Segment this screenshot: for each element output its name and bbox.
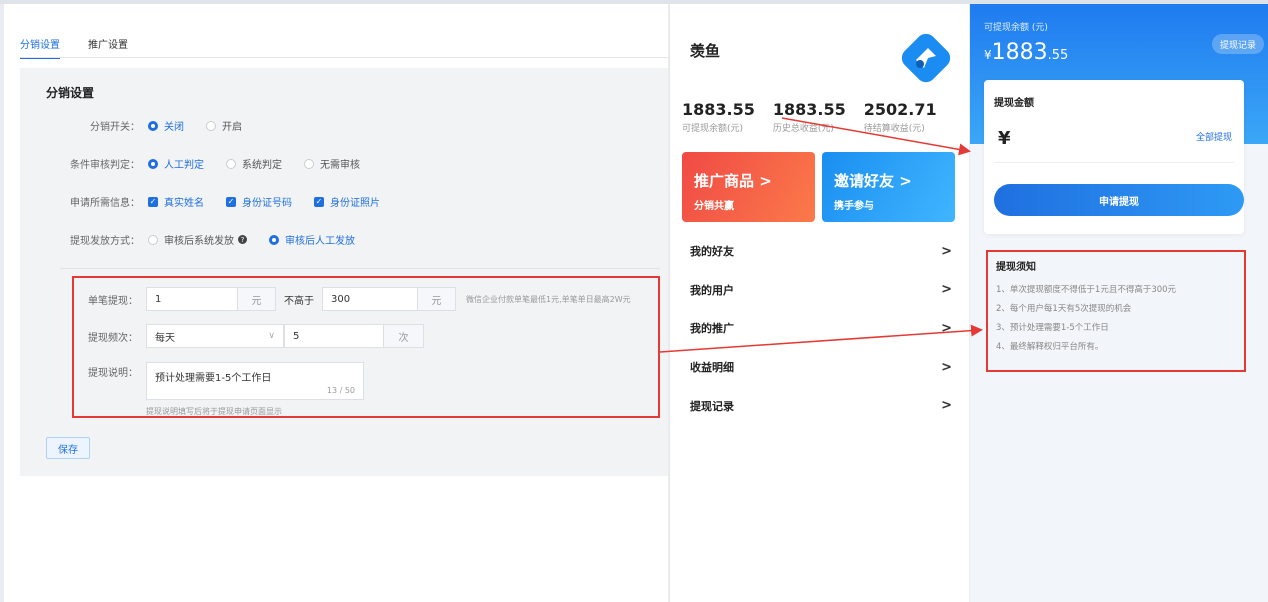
highlight-box-settings <box>72 276 660 418</box>
stat-label: 历史总收益(元) <box>772 124 834 134</box>
switch-label: 分销开关： <box>90 122 140 133</box>
balance-amount: ¥1883.55 <box>984 40 1068 65</box>
radio-icon <box>269 234 279 245</box>
promo-sub: 携手参与 <box>834 201 874 212</box>
audit-option-none[interactable]: 无需审核 <box>304 156 360 171</box>
card-title: 分销设置 <box>46 86 95 100</box>
checkbox-icon: ✓ <box>314 196 324 207</box>
menu-item-friends[interactable]: 我的好友 > <box>690 232 952 271</box>
required-info-row: 申请所需信息： ✓ 真实姓名 ✓ 身份证号码 ✓ 身份证照片 <box>20 194 402 209</box>
menu-label: 我的用户 <box>690 283 734 297</box>
stat-pending: 2502.71 待结算收益(元) <box>864 100 937 134</box>
stat-available: 1883.55 可提现余额(元) <box>682 100 755 134</box>
mobile-preview: 羡鱼 1883.55 可提现余额(元) 1883.55 历史总收益(元) 250… <box>669 4 969 602</box>
chevron-right-icon: > <box>941 359 952 375</box>
menu-list: 我的好友 > 我的用户 > 我的推广 > 收益明细 > 提现记录 > <box>690 232 952 425</box>
radio-icon <box>148 158 158 169</box>
stat-value: 2502.71 <box>863 100 937 119</box>
stat-history: 1883.55 历史总收益(元) <box>773 100 846 134</box>
notice-item: 1、单次提现额度不得低于1元且不得高于300元 <box>996 285 1177 295</box>
notice-item: 2、每个用户每1天有5次提现的机会 <box>996 304 1132 314</box>
admin-panel: 分销设置 推广设置 分销设置 分销开关： 关闭 开启 条件审核判定： 人工判定 … <box>4 4 668 602</box>
withdraw-amount-title: 提现金额 <box>994 98 1034 109</box>
balance-caption: 可提现余额 (元) <box>984 23 1048 33</box>
checkbox-icon: ✓ <box>226 196 236 207</box>
required-info-label: 申请所需信息： <box>70 198 140 209</box>
payout-option-system[interactable]: 审核后系统发放? <box>148 232 247 247</box>
currency-symbol: ¥ <box>984 48 992 62</box>
stat-value: 1883.55 <box>682 100 755 119</box>
stat-value: 1883.55 <box>772 100 846 119</box>
amount-integer: 1883 <box>991 40 1048 65</box>
payout-row: 提现发放方式： 审核后系统发放? 审核后人工发放 <box>20 232 377 247</box>
withdraw-card: 提现金额 ¥ 全部提现 申请提现 <box>984 80 1244 234</box>
switch-option-off[interactable]: 关闭 <box>148 118 184 133</box>
radio-icon <box>226 158 236 169</box>
audit-option-manual[interactable]: 人工判定 <box>148 156 204 171</box>
checkbox-icon: ✓ <box>148 196 158 207</box>
radio-icon <box>304 158 314 169</box>
withdraw-page: 可提现余额 (元) ¥1883.55 提现记录 提现金额 ¥ 全部提现 申请提现… <box>970 4 1268 602</box>
menu-item-withdraw-records[interactable]: 提现记录 > <box>690 386 952 425</box>
chevron-right-icon: > <box>941 398 952 414</box>
radio-icon <box>148 234 158 245</box>
withdraw-records-button[interactable]: 提现记录 <box>1211 34 1264 54</box>
menu-label: 我的好友 <box>690 245 734 259</box>
radio-icon <box>206 120 216 131</box>
app-logo-icon <box>901 33 951 83</box>
payout-option-manual[interactable]: 审核后人工发放 <box>269 232 355 247</box>
audit-option-system[interactable]: 系统判定 <box>226 156 282 171</box>
menu-label: 收益明细 <box>690 361 734 375</box>
apply-withdraw-button[interactable]: 申请提现 <box>994 184 1244 216</box>
help-icon[interactable]: ? <box>238 235 247 244</box>
withdraw-all-link[interactable]: 全部提现 <box>1196 130 1232 143</box>
switch-option-on[interactable]: 开启 <box>206 118 242 133</box>
withdraw-notice-box: 提现须知 1、单次提现额度不得低于1元且不得高于300元 2、每个用户每1天有5… <box>986 250 1246 372</box>
promo-title: 推广商品 > <box>694 172 772 190</box>
radio-icon <box>148 120 158 131</box>
promo-sub: 分销共赢 <box>694 201 734 212</box>
section-divider <box>60 268 660 269</box>
save-button[interactable]: 保存 <box>46 437 90 459</box>
brand-name: 羡鱼 <box>690 42 721 60</box>
switch-row: 分销开关： 关闭 开启 <box>20 118 264 133</box>
promo-title: 邀请好友 > <box>834 172 912 190</box>
menu-item-promotion[interactable]: 我的推广 > <box>690 309 952 348</box>
menu-item-users[interactable]: 我的用户 > <box>690 271 952 310</box>
check-real-name[interactable]: ✓ 真实姓名 <box>148 194 204 209</box>
stat-label: 可提现余额(元) <box>682 124 744 134</box>
payout-label: 提现发放方式： <box>70 236 140 247</box>
menu-item-earnings[interactable]: 收益明细 > <box>690 348 952 387</box>
tabs-divider <box>20 57 668 58</box>
notice-item: 3、预计处理需要1-5个工作日 <box>996 323 1109 333</box>
tab-promotion-settings[interactable]: 推广设置 <box>88 36 128 59</box>
audit-row: 条件审核判定： 人工判定 系统判定 无需审核 <box>20 156 382 171</box>
notice-title: 提现须知 <box>996 262 1036 273</box>
promo-products-card[interactable]: 推广商品 > 分销共赢 <box>682 152 815 222</box>
chevron-right-icon: > <box>941 320 952 336</box>
amount-decimal: .55 <box>1047 48 1069 63</box>
stats-row: 1883.55 可提现余额(元) 1883.55 历史总收益(元) 2502.7… <box>682 100 955 134</box>
menu-label: 提现记录 <box>690 399 734 413</box>
chevron-right-icon: > <box>941 282 952 298</box>
stat-label: 待结算收益(元) <box>863 124 925 134</box>
amount-underline <box>994 162 1234 163</box>
audit-label: 条件审核判定： <box>70 160 140 171</box>
tab-bar: 分销设置 推广设置 <box>20 36 156 59</box>
menu-label: 我的推广 <box>690 322 734 336</box>
notice-item: 4、最终解释权归平台所有。 <box>996 342 1104 352</box>
yen-symbol: ¥ <box>998 128 1011 149</box>
check-id-number[interactable]: ✓ 身份证号码 <box>226 194 292 209</box>
tab-distribution-settings[interactable]: 分销设置 <box>20 36 60 59</box>
chevron-right-icon: > <box>941 243 952 259</box>
invite-friends-card[interactable]: 邀请好友 > 携手参与 <box>822 152 955 222</box>
check-id-photo[interactable]: ✓ 身份证照片 <box>314 194 380 209</box>
